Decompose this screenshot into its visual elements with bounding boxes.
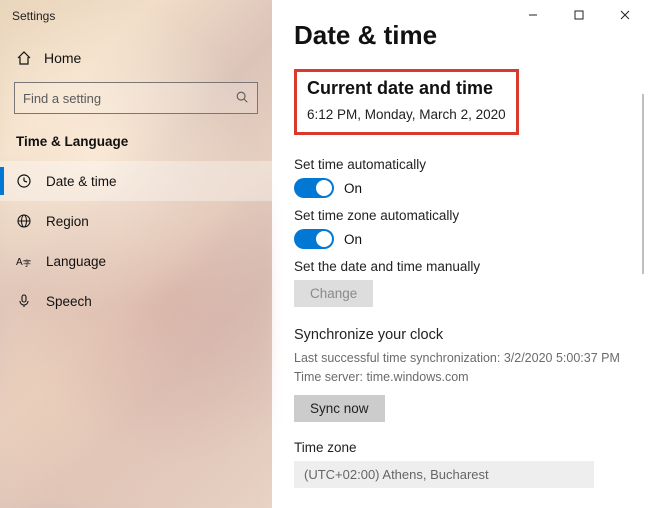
sidebar-item-label: Speech [46, 294, 92, 309]
change-button: Change [294, 280, 373, 307]
svg-text:A: A [16, 257, 23, 268]
microphone-icon [16, 293, 32, 309]
maximize-button[interactable] [556, 0, 602, 30]
current-datetime-value: 6:12 PM, Monday, March 2, 2020 [307, 107, 506, 122]
timezone-value: (UTC+02:00) Athens, Bucharest [304, 467, 489, 482]
label-set-tz-auto: Set time zone automatically [294, 208, 626, 223]
label-set-manual: Set the date and time manually [294, 259, 626, 274]
globe-icon [16, 213, 32, 229]
window-title: Settings [0, 0, 272, 32]
content-pane: Date & time Current date and time 6:12 P… [272, 0, 648, 508]
sync-last: Last successful time synchronization: 3/… [294, 349, 626, 368]
sidebar-item-region[interactable]: Region [0, 201, 272, 241]
sidebar-item-language[interactable]: A字 Language [0, 241, 272, 281]
current-datetime-heading: Current date and time [307, 78, 506, 99]
search-input[interactable]: Find a setting [14, 82, 258, 114]
sidebar-category: Time & Language [0, 128, 272, 161]
toggle-set-time-auto[interactable] [294, 178, 334, 198]
nav-home-label: Home [44, 50, 81, 66]
minimize-button[interactable] [510, 0, 556, 30]
window-controls [510, 0, 648, 30]
search-icon [235, 90, 249, 107]
label-set-time-auto: Set time automatically [294, 157, 626, 172]
sidebar-item-label: Date & time [46, 174, 117, 189]
toggle-set-tz-auto[interactable] [294, 229, 334, 249]
language-icon: A字 [16, 253, 32, 269]
toggle-state: On [344, 232, 362, 247]
sidebar-item-speech[interactable]: Speech [0, 281, 272, 321]
sync-now-button[interactable]: Sync now [294, 395, 385, 422]
svg-text:字: 字 [23, 258, 31, 268]
scrollbar[interactable] [642, 94, 644, 274]
nav-home[interactable]: Home [0, 40, 272, 76]
toggle-state: On [344, 181, 362, 196]
settings-window: Settings Home Find a setting Time & Lang… [0, 0, 648, 508]
timezone-select[interactable]: (UTC+02:00) Athens, Bucharest [294, 461, 594, 488]
sync-server: Time server: time.windows.com [294, 368, 626, 387]
sync-heading: Synchronize your clock [294, 327, 626, 343]
sidebar: Settings Home Find a setting Time & Lang… [0, 0, 272, 508]
timezone-heading: Time zone [294, 440, 626, 455]
close-button[interactable] [602, 0, 648, 30]
home-icon [16, 50, 32, 66]
sidebar-item-label: Region [46, 214, 89, 229]
sidebar-item-date-time[interactable]: Date & time [0, 161, 272, 201]
highlight-current-datetime: Current date and time 6:12 PM, Monday, M… [294, 69, 519, 135]
clock-icon [16, 173, 32, 189]
sidebar-item-label: Language [46, 254, 106, 269]
search-placeholder: Find a setting [23, 91, 235, 106]
